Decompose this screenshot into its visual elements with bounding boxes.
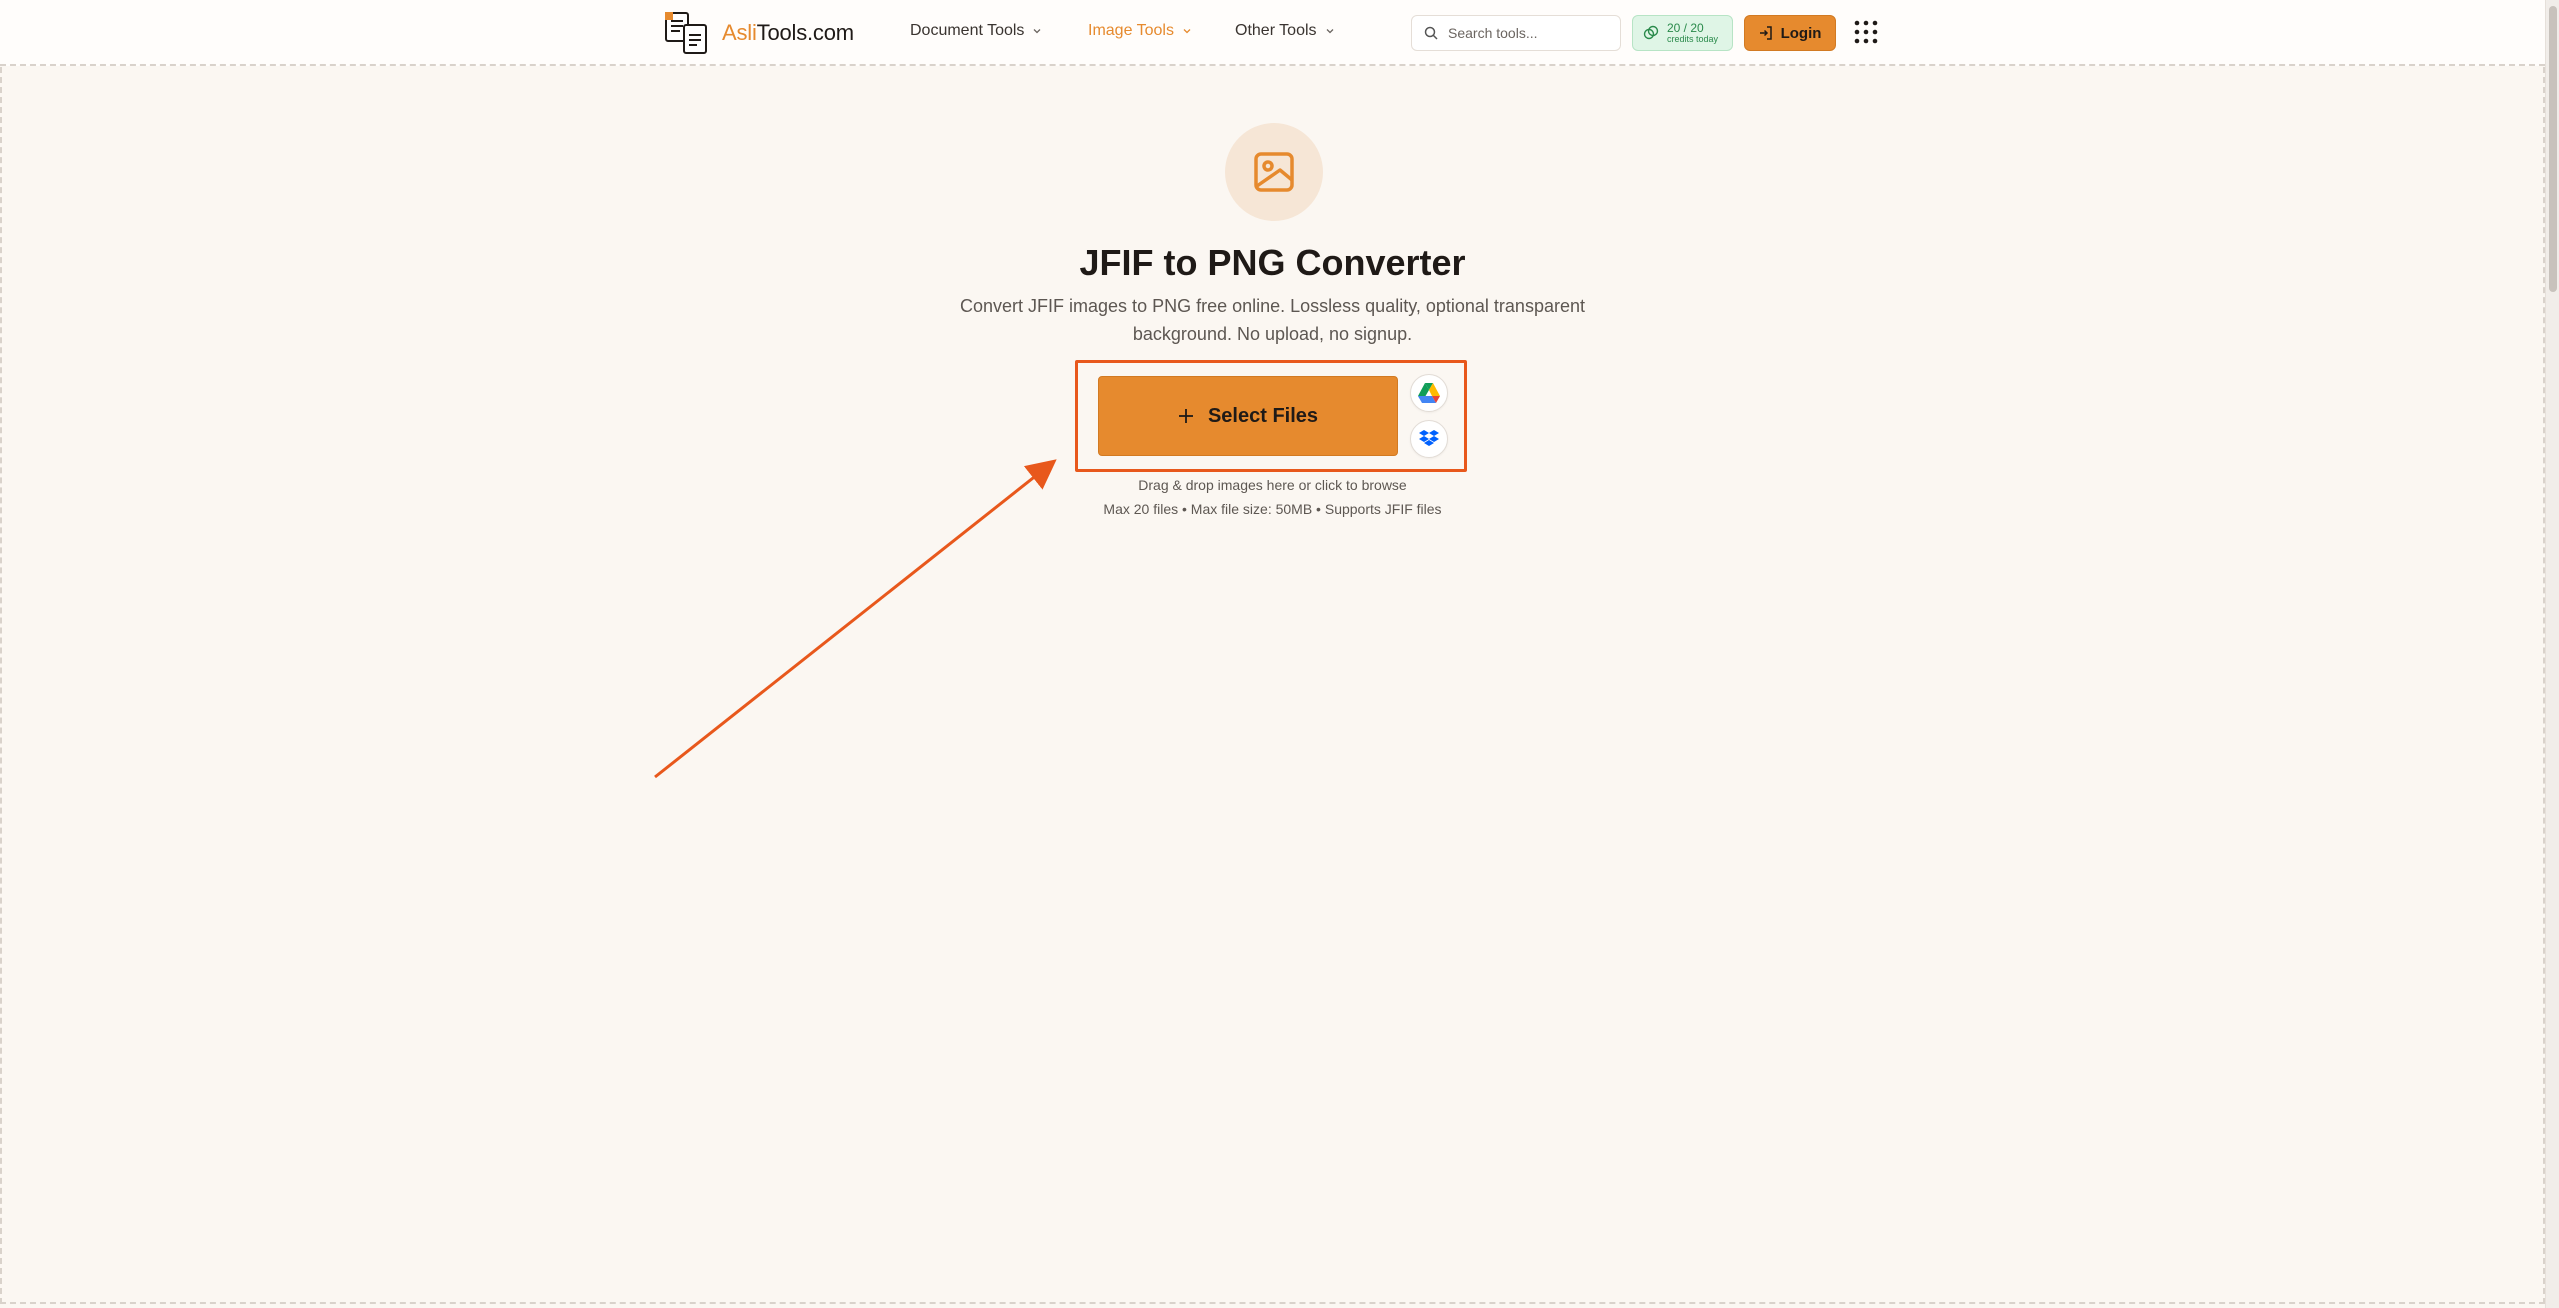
select-files-label: Select Files: [1207, 404, 1319, 427]
apps-grid-icon[interactable]: [1854, 20, 1878, 44]
google-drive-icon: [1418, 383, 1440, 403]
dropbox-button[interactable]: [1410, 420, 1448, 458]
chevron-down-icon: [1033, 29, 1041, 34]
logo-text-accent: Asli: [722, 20, 757, 45]
page-title: JFIF to PNG Converter: [1079, 242, 1466, 283]
hero-icon-badge: [1225, 123, 1323, 221]
site-logo[interactable]: AsliTools.com: [664, 11, 854, 55]
logo-icon: [665, 12, 707, 54]
google-drive-button[interactable]: [1410, 374, 1448, 412]
login-label: Login: [1780, 24, 1822, 42]
nav-document-tools[interactable]: Document Tools: [910, 22, 1042, 40]
nav-image-tools-label: Image Tools: [1088, 22, 1174, 39]
search-box[interactable]: [1411, 15, 1621, 51]
chevron-down-icon: [1183, 29, 1191, 34]
nav-document-tools-label: Document Tools: [910, 22, 1025, 39]
credits-badge: 20 / 20 credits today: [1632, 15, 1733, 51]
login-icon: [1759, 26, 1772, 40]
logo-text: AsliTools.com: [722, 20, 854, 46]
search-input[interactable]: [1448, 25, 1598, 41]
upload-limits: Max 20 files • Max file size: 50MB • Sup…: [1103, 501, 1442, 517]
select-files-button[interactable]: Select Files: [1098, 376, 1398, 456]
header: AsliTools.com Document Tools Image Tools…: [0, 0, 2545, 66]
login-button[interactable]: Login: [1744, 15, 1836, 51]
scrollbar[interactable]: [2545, 0, 2559, 1308]
drop-hint: Drag & drop images here or click to brow…: [1138, 477, 1407, 493]
credits-count: 20 / 20: [1667, 21, 1704, 35]
page-subtitle: Convert JFIF images to PNG free online. …: [960, 296, 1585, 344]
page: AsliTools.com Document Tools Image Tools…: [0, 0, 2559, 1308]
nav-other-tools-label: Other Tools: [1235, 22, 1317, 39]
chevron-down-icon: [1326, 29, 1333, 34]
dropbox-icon: [1419, 430, 1439, 446]
coins-icon: [1643, 25, 1659, 40]
search-icon: [1424, 26, 1438, 40]
logo-text-rest: Tools.com: [756, 20, 854, 45]
nav-image-tools[interactable]: Image Tools: [1088, 22, 1192, 40]
nav-other-tools[interactable]: Other Tools: [1235, 22, 1335, 40]
image-icon: [1254, 152, 1294, 192]
plus-icon: [1178, 409, 1193, 423]
credits-caption: credits today: [1667, 34, 1719, 44]
scrollbar-thumb[interactable]: [2549, 6, 2557, 292]
